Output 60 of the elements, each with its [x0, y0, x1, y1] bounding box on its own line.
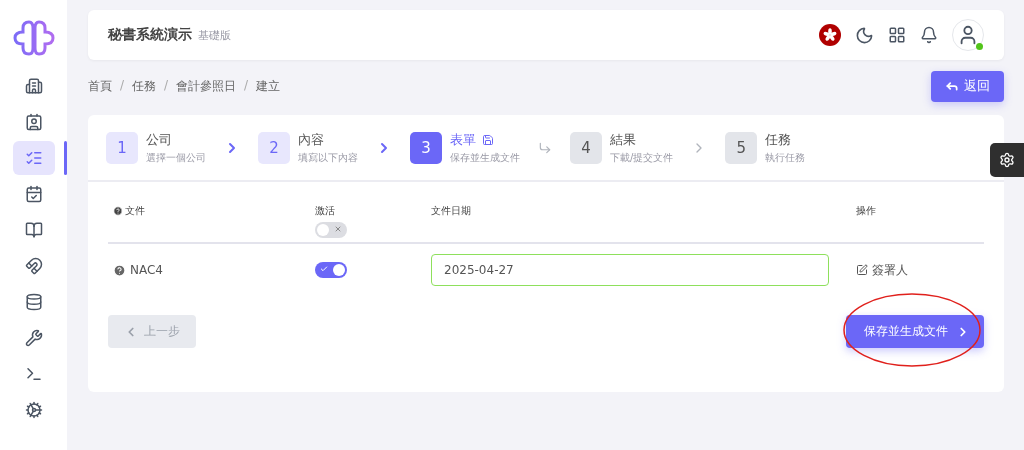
breadcrumb-item[interactable]: 任務 — [132, 77, 157, 95]
calendar-icon — [24, 185, 43, 203]
contact-icon — [24, 113, 43, 131]
step-title: 結果 — [610, 130, 637, 149]
edit-icon — [856, 264, 868, 276]
book-icon — [24, 221, 43, 239]
edition-label: 基礎版 — [198, 27, 231, 43]
checklist-icon — [24, 149, 43, 167]
breadcrumb-item[interactable]: 建立 — [256, 77, 281, 95]
reply-icon — [945, 79, 959, 93]
column-header: 激活 — [315, 204, 335, 218]
breadcrumb-item[interactable]: 會計參照日 — [176, 77, 237, 95]
app-title: 秘書系統演示 — [108, 26, 192, 44]
step-subtitle: 保存並生成文件 — [450, 150, 520, 165]
moon-icon[interactable] — [855, 25, 874, 45]
settings-button[interactable] — [990, 143, 1024, 177]
step-subtitle: 下載/提交文件 — [610, 150, 674, 165]
cogs-icon — [24, 401, 43, 419]
breadcrumb-separator: / — [164, 77, 169, 94]
back-button[interactable]: 返回 — [931, 70, 1004, 102]
step-number[interactable]: 4 — [570, 131, 602, 164]
toggle-switch[interactable] — [315, 222, 347, 238]
wrench-icon — [24, 329, 43, 347]
step-number[interactable]: 3 — [410, 131, 442, 164]
bell-icon[interactable] — [920, 26, 938, 44]
breadcrumb-item[interactable]: 首頁 — [88, 77, 112, 95]
column-header: 文件日期 — [431, 204, 471, 218]
terminal-icon — [24, 365, 43, 383]
step-title: 任務 — [765, 130, 793, 149]
corner-arrow-icon — [538, 140, 552, 155]
toggle-switch[interactable] — [315, 262, 347, 278]
help-icon — [113, 206, 123, 216]
save-generate-button[interactable]: 保存並生成文件 — [846, 315, 984, 348]
signer-link[interactable]: 簽署人 — [856, 261, 984, 279]
save-icon — [482, 133, 494, 146]
breadcrumb-separator: / — [244, 77, 249, 94]
column-header: 操作 — [856, 204, 876, 218]
step-subtitle: 執行任務 — [765, 150, 806, 165]
cross-icon — [334, 225, 342, 233]
help-icon — [113, 263, 126, 277]
step-title: 公司 — [146, 130, 173, 149]
step-subtitle: 選擇一個公司 — [146, 150, 206, 165]
active-indicator — [64, 141, 67, 175]
column-header: 文件 — [113, 204, 145, 218]
building-icon — [24, 77, 43, 95]
step-title: 表單 — [450, 130, 520, 149]
database-icon — [24, 293, 43, 311]
step-number[interactable]: 2 — [258, 131, 290, 164]
settings-icon — [999, 152, 1015, 168]
step-title: 內容 — [298, 130, 325, 149]
step-subtitle: 填寫以下內容 — [298, 150, 358, 165]
step-number[interactable]: 5 — [725, 131, 758, 164]
breadcrumb-separator: / — [120, 77, 125, 94]
check-icon — [320, 265, 328, 273]
flag-icon[interactable] — [819, 24, 841, 46]
document-name: NAC4 — [113, 263, 315, 277]
grid-icon[interactable] — [888, 26, 906, 44]
date-field[interactable]: 2025-04-27 — [431, 254, 829, 286]
magnet-icon — [24, 257, 43, 275]
step-number[interactable]: 1 — [106, 131, 138, 164]
